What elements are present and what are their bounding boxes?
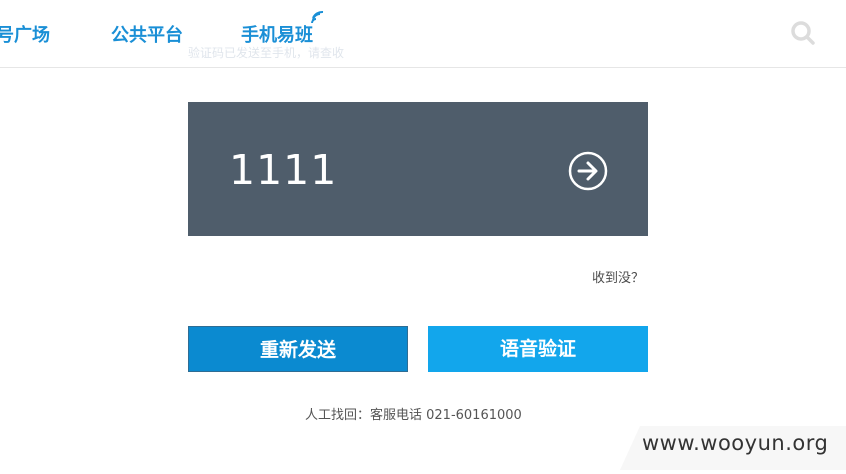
arrow-right-circle-icon[interactable] (567, 150, 609, 192)
verification-code-panel: 1111 (188, 102, 648, 236)
sms-sent-hint: 验证码已发送至手机，请查收 (188, 46, 345, 60)
voice-verification-button[interactable]: 语音验证 (428, 326, 648, 372)
nav-item-account-square[interactable]: 号广场 (0, 21, 50, 47)
watermark-text: www.wooyun.org (642, 431, 829, 455)
wifi-signal-icon (311, 10, 324, 24)
nav-item-public-platform[interactable]: 公共平台 (111, 21, 183, 47)
resend-button[interactable]: 重新发送 (188, 326, 408, 372)
manual-recovery-hotline: 人工找回：客服电话 021-60161000 (305, 408, 522, 423)
top-navigation-bar: 号广场 公共平台 手机易班 验证码已发送至手机，请查收 (0, 0, 846, 68)
verification-code-input[interactable]: 1111 (229, 146, 337, 194)
search-icon[interactable] (790, 20, 816, 46)
verification-page: 号广场 公共平台 手机易班 验证码已发送至手机，请查收 1111 收到没？ 重新… (0, 0, 846, 474)
received-code-link[interactable]: 收到没？ (592, 267, 644, 286)
